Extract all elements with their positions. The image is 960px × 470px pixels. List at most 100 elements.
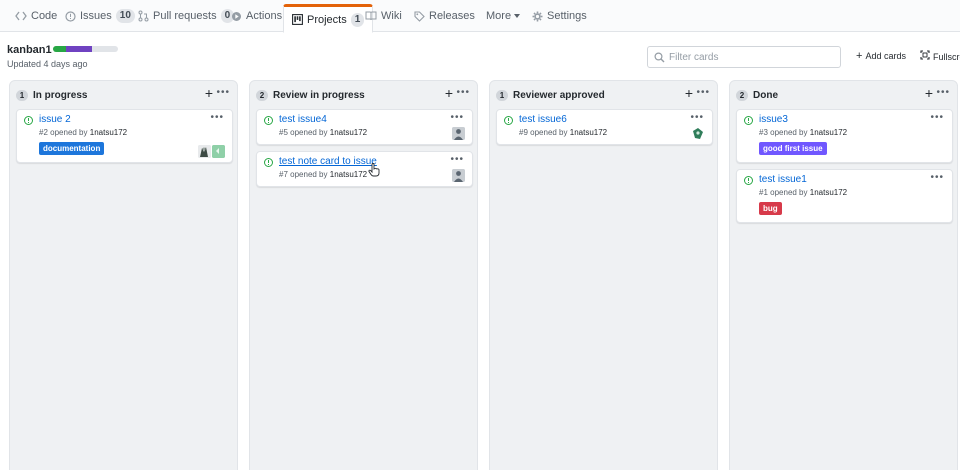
git-pull-request-icon [137,10,149,22]
column-header: 1 In progress + ••• [10,81,237,107]
tab-code-label: Code [31,10,58,22]
card-meta: #7 opened by 1natsu172 [279,170,367,179]
project-card[interactable]: issue 2 #2 opened by 1natsu172 ••• docum… [16,109,233,163]
column-title[interactable]: Done [753,90,778,101]
project-card[interactable]: test issue1 #1 opened by 1natsu172 ••• b… [736,169,953,223]
column-reviewer-approved: 1 Reviewer approved + ••• test issue6 #9… [489,80,718,470]
column-header: 2 Review in progress + ••• [250,81,477,107]
card-author-link[interactable]: 1natsu172 [330,128,367,137]
assignee-avatar-2[interactable] [212,145,225,158]
card-issue-number: #1 [759,188,768,197]
card-menu-kebab-icon[interactable]: ••• [450,154,464,165]
card-meta: #5 opened by 1natsu172 [279,128,367,137]
card-title-link[interactable]: issue3 [759,114,788,125]
tab-wiki-label: Wiki [381,10,402,22]
card-meta: #3 opened by 1natsu172 [759,128,847,137]
project-card[interactable]: test note card to issue #7 opened by 1na… [256,151,473,187]
add-card-plus-icon[interactable]: + [685,86,693,100]
column-menu-kebab-icon[interactable]: ••• [696,87,710,99]
card-author-link[interactable]: 1natsu172 [90,128,127,137]
column-menu-kebab-icon[interactable]: ••• [456,87,470,99]
filter-cards-input[interactable]: Filter cards [647,46,841,68]
card-opened-by: opened by [290,170,328,179]
tab-actions[interactable]: Actions [230,0,282,32]
issue-opened-icon [744,176,753,185]
card-meta: #1 opened by 1natsu172 [759,188,847,197]
column-review-in-progress: 2 Review in progress + ••• test issue4 #… [249,80,478,470]
tab-releases-label: Releases [429,10,475,22]
column-title[interactable]: In progress [33,90,87,101]
card-menu-kebab-icon[interactable]: ••• [930,172,944,183]
assignee-avatar[interactable] [452,169,465,182]
column-menu-kebab-icon[interactable]: ••• [216,87,230,99]
tab-pull-requests[interactable]: Pull requests 0 [137,0,235,32]
card-title-link[interactable]: test note card to issue [279,156,377,167]
tab-projects[interactable]: Projects 1 [283,4,374,33]
fullscreen-button[interactable]: Fullscre [920,50,960,63]
column-title[interactable]: Review in progress [273,90,365,101]
issues-count-badge: 10 [115,9,135,23]
progress-in-progress-segment [66,46,92,52]
tab-pull-requests-label: Pull requests [153,10,217,22]
assignee-avatar[interactable] [692,127,705,140]
column-menu-kebab-icon[interactable]: ••• [936,87,950,99]
label-good-first-issue[interactable]: good first issue [759,142,827,155]
screen-full-icon [920,50,930,63]
card-menu-kebab-icon[interactable]: ••• [450,112,464,123]
issue-opened-icon [24,116,33,125]
add-card-plus-icon[interactable]: + [445,86,453,100]
tab-releases[interactable]: Releases [413,0,475,32]
progress-done-segment [53,46,66,52]
project-card[interactable]: issue3 #3 opened by 1natsu172 ••• good f… [736,109,953,163]
tab-wiki[interactable]: Wiki [365,0,402,32]
assignee-avatar[interactable] [198,145,211,158]
card-author-link[interactable]: 1natsu172 [570,128,607,137]
card-meta: #2 opened by 1natsu172 [39,128,127,137]
card-opened-by: opened by [290,128,328,137]
label-documentation[interactable]: documentation [39,142,105,155]
issue-opened-icon [264,116,273,125]
gear-icon [531,10,543,22]
project-title[interactable]: kanban1 [7,44,52,56]
tab-projects-label: Projects [307,13,347,26]
card-author-link[interactable]: 1natsu172 [330,170,367,179]
card-author-link[interactable]: 1natsu172 [810,128,847,137]
add-cards-label: Add cards [865,51,906,61]
add-card-plus-icon[interactable]: + [205,86,213,100]
tab-settings[interactable]: Settings [531,0,587,32]
card-title-link[interactable]: test issue6 [519,114,567,125]
tab-issues-label: Issues [80,10,112,22]
card-author-link[interactable]: 1natsu172 [810,188,847,197]
project-card[interactable]: test issue6 #9 opened by 1natsu172 ••• [496,109,713,145]
hand-pointer-cursor-icon [368,163,380,177]
card-title-link[interactable]: test issue4 [279,114,327,125]
card-title-link[interactable]: issue 2 [39,114,71,125]
issue-opened-icon [64,10,76,22]
search-icon [654,51,665,63]
plus-icon: + [856,50,863,62]
column-card-count: 2 [736,90,748,101]
projects-count-badge: 1 [350,12,365,27]
issue-opened-icon [264,158,273,167]
add-cards-button[interactable]: + Add cards [856,50,906,62]
chevron-down-icon [514,14,521,18]
column-done: 2 Done + ••• issue3 #3 opened by 1natsu1… [729,80,958,470]
project-card[interactable]: test issue4 #5 opened by 1natsu172 ••• [256,109,473,145]
card-issue-number: #3 [759,128,768,137]
tab-issues[interactable]: Issues 10 [64,0,135,32]
tab-code[interactable]: Code [15,0,57,32]
tab-more[interactable]: More [486,0,521,32]
card-menu-kebab-icon[interactable]: ••• [210,112,224,123]
play-icon [230,10,242,22]
card-menu-kebab-icon[interactable]: ••• [690,112,704,123]
card-opened-by: opened by [50,128,88,137]
add-card-plus-icon[interactable]: + [925,86,933,100]
card-issue-number: #5 [279,128,288,137]
column-title[interactable]: Reviewer approved [513,90,605,101]
label-bug[interactable]: bug [759,202,782,215]
card-title-link[interactable]: test issue1 [759,174,807,185]
card-menu-kebab-icon[interactable]: ••• [930,112,944,123]
assignee-avatar[interactable] [452,127,465,140]
project-icon [291,14,303,26]
project-progress-bar [53,46,118,52]
